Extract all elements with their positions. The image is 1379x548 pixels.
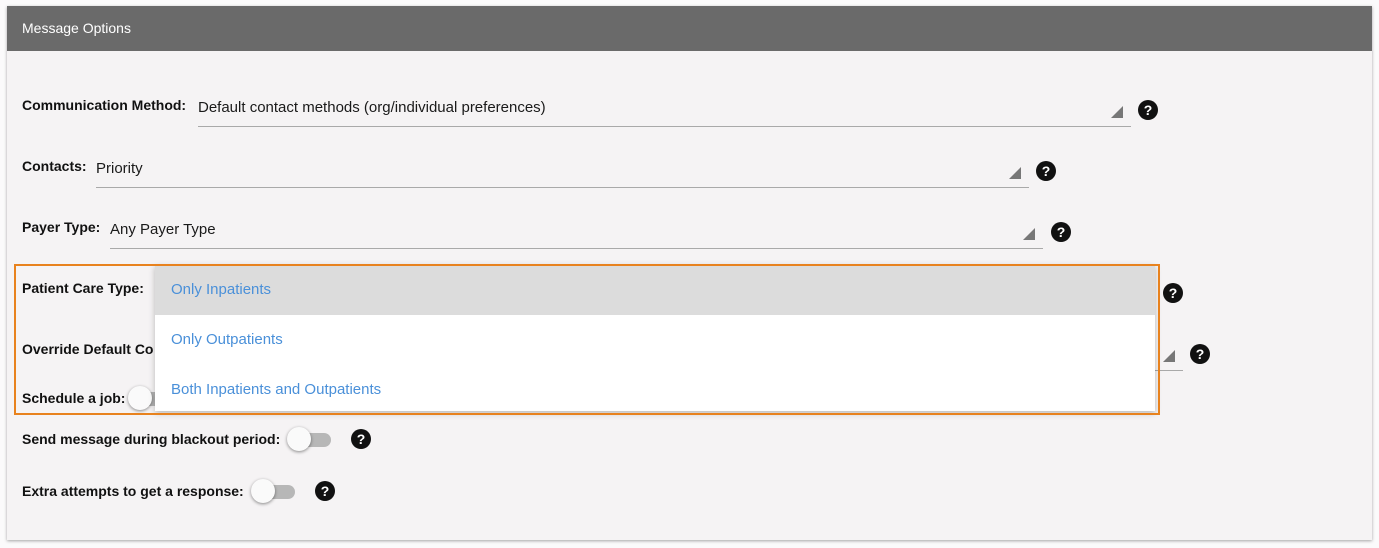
triangle-down-icon (1111, 106, 1123, 118)
communication-method-value: Default contact methods (org/individual … (198, 99, 546, 116)
extra-attempts-toggle[interactable] (251, 479, 299, 503)
triangle-down-icon (1009, 167, 1021, 179)
dropdown-option-both[interactable]: Both Inpatients and Outpatients (155, 365, 1155, 415)
help-circle-icon[interactable]: ? (351, 429, 371, 449)
help-circle-icon[interactable]: ? (1051, 222, 1071, 242)
dropdown-option-only-outpatients[interactable]: Only Outpatients (155, 315, 1155, 365)
communication-method-select[interactable]: Default contact methods (org/individual … (198, 97, 1131, 127)
help-circle-icon[interactable]: ? (315, 481, 335, 501)
help-circle-icon[interactable]: ? (1138, 100, 1158, 120)
payer-type-value: Any Payer Type (110, 221, 216, 238)
override-default-label: Override Default Co (22, 341, 154, 357)
help-circle-icon[interactable]: ? (1163, 283, 1183, 303)
toggle-thumb (251, 479, 275, 503)
blackout-label: Send message during blackout period: (22, 431, 281, 447)
schedule-job-label: Schedule a job: (22, 390, 126, 406)
triangle-down-icon (1163, 350, 1175, 362)
extra-attempts-label: Extra attempts to get a response: (22, 483, 244, 499)
panel-title: Message Options (7, 6, 1372, 51)
payer-type-label: Payer Type: (22, 219, 101, 235)
patient-care-type-dropdown: Only Inpatients Only Outpatients Both In… (155, 265, 1155, 411)
contacts-select[interactable]: Priority (96, 158, 1029, 188)
dropdown-option-only-inpatients[interactable]: Only Inpatients (155, 265, 1155, 315)
help-circle-icon[interactable]: ? (1036, 161, 1056, 181)
payer-type-select[interactable]: Any Payer Type (110, 219, 1043, 249)
toggle-thumb (128, 386, 152, 410)
communication-method-label: Communication Method: (22, 97, 187, 113)
triangle-down-icon (1023, 228, 1035, 240)
contacts-value: Priority (96, 160, 143, 177)
blackout-toggle[interactable] (287, 427, 335, 451)
help-circle-icon[interactable]: ? (1190, 344, 1210, 364)
toggle-thumb (287, 427, 311, 451)
contacts-label: Contacts: (22, 158, 87, 174)
patient-care-type-label: Patient Care Type: (22, 280, 144, 296)
